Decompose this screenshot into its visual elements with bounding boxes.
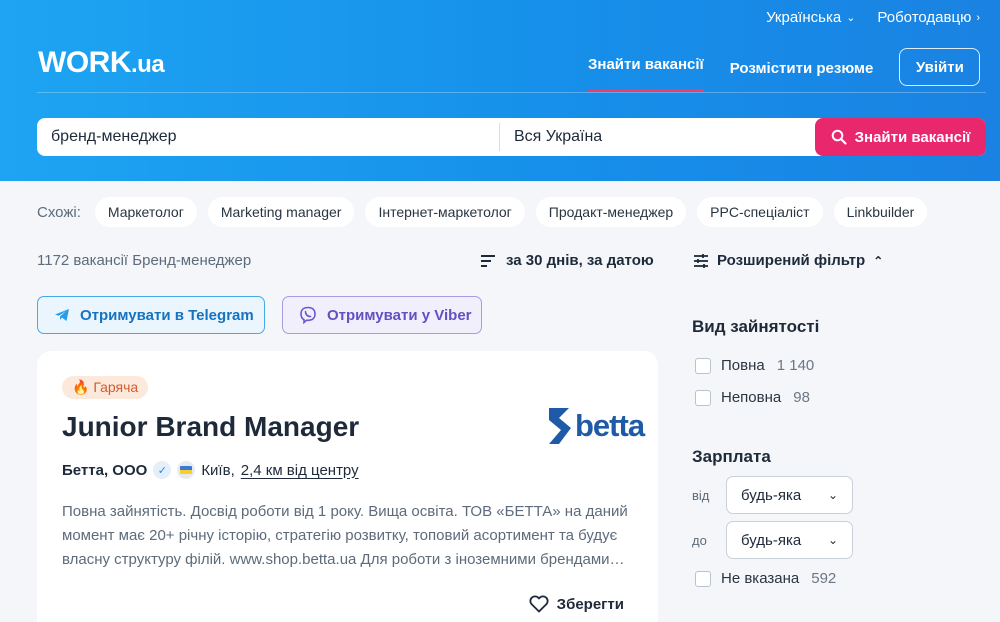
betta-logo-mark <box>549 408 571 444</box>
site-logo[interactable]: WORK.ua <box>38 46 165 80</box>
similar-chip[interactable]: Marketing manager <box>207 197 355 227</box>
chevron-down-icon: ⌄ <box>827 488 838 502</box>
salary-to-value: будь-яка <box>741 531 802 549</box>
option-count: 1 140 <box>776 357 815 374</box>
nav-post-resume[interactable]: Розмістити резюме <box>730 49 874 88</box>
job-distance[interactable]: 2,4 км від центру <box>241 462 359 479</box>
telegram-subscribe-button[interactable]: Отримувати в Telegram <box>37 296 265 334</box>
checkbox[interactable] <box>695 357 711 374</box>
company-logo[interactable]: betta <box>547 406 645 446</box>
fire-icon: 🔥 <box>72 379 90 395</box>
employer-label: Роботодавцю <box>877 9 972 26</box>
chevron-down-icon: ⌄ <box>846 12 856 24</box>
logo-suffix: .ua <box>130 51 165 78</box>
chevron-right-icon: › <box>976 11 980 24</box>
job-description: Повна зайнятість. Досвід роботи від 1 ро… <box>62 503 628 568</box>
filter-option-full[interactable]: Повна 1 140 <box>695 357 814 374</box>
hot-badge-label: Гаряча <box>93 379 139 395</box>
company-name[interactable]: Бетта, ООО <box>62 462 147 479</box>
similar-chip[interactable]: Інтернет-маркетолог <box>365 197 525 227</box>
advanced-filter-label: Розширений фільтр <box>717 252 866 269</box>
option-label: Неповна <box>721 389 782 406</box>
company-line: Бетта, ООО ✓ Київ, 2,4 км від центру <box>62 461 359 479</box>
job-card[interactable]: 🔥 Гаряча Junior Brand Manager betta Бетт… <box>37 351 658 622</box>
employer-link[interactable]: Роботодавцю › <box>877 9 980 26</box>
results-count: 1172 вакансії Бренд-менеджер <box>37 252 252 269</box>
chevron-down-icon: ⌄ <box>827 533 838 547</box>
job-title[interactable]: Junior Brand Manager <box>62 411 359 443</box>
similar-chip[interactable]: Продакт-менеджер <box>535 197 687 227</box>
search-input[interactable]: бренд-менеджер <box>37 123 500 151</box>
viber-label: Отримувати у Viber <box>327 306 472 324</box>
topbar: Українська ⌄ Роботодавцю › <box>766 9 980 26</box>
similar-label: Схожі: <box>37 203 81 221</box>
logo-main: WORK <box>38 46 131 79</box>
sort-label: за 30 днів, за датою <box>506 252 654 269</box>
sort-control[interactable]: за 30 днів, за датою <box>480 252 654 269</box>
option-count: 592 <box>811 570 837 587</box>
job-city: Київ, <box>201 461 235 479</box>
site-header: Українська ⌄ Роботодавцю › WORK.ua Знайт… <box>0 0 1000 181</box>
checkbox[interactable] <box>695 389 711 406</box>
salary-to-select[interactable]: будь-яка ⌄ <box>726 521 853 559</box>
viber-subscribe-button[interactable]: Отримувати у Viber <box>282 296 482 334</box>
chevron-up-icon: ⌃ <box>873 253 884 268</box>
hot-badge: 🔥 Гаряча <box>62 376 149 399</box>
salary-from-select[interactable]: будь-яка ⌄ <box>726 476 853 514</box>
save-label: Зберегти <box>556 595 624 613</box>
filter-sliders-icon <box>694 253 708 268</box>
filter-option-part[interactable]: Неповна 98 <box>695 389 810 406</box>
salary-from-label: від <box>692 488 710 503</box>
verified-icon: ✓ <box>153 461 172 479</box>
search-button-label: Знайти вакансії <box>854 128 971 146</box>
main-nav: Знайти вакансії Розмістити резюме Увійти <box>588 45 981 92</box>
company-logo-text: betta <box>575 408 645 443</box>
login-button[interactable]: Увійти <box>899 48 981 86</box>
viber-icon <box>300 306 316 324</box>
salary-title: Зарплата <box>692 447 771 466</box>
nav-find-jobs[interactable]: Знайти вакансії <box>588 45 704 92</box>
search-bar: бренд-менеджер Вся Україна Знайти ваканс… <box>37 118 986 156</box>
salary-from-value: будь-яка <box>741 486 802 504</box>
ukraine-flag-icon <box>177 461 196 479</box>
telegram-label: Отримувати в Telegram <box>80 306 254 324</box>
search-button[interactable]: Знайти вакансії <box>815 118 986 156</box>
header-divider <box>37 92 986 93</box>
similar-chip[interactable]: Маркетолог <box>94 197 197 227</box>
similar-chip[interactable]: PPC-спеціаліст <box>697 197 823 227</box>
save-button[interactable]: Зберегти <box>529 595 624 613</box>
similar-searches: Схожі: Маркетолог Marketing manager Інте… <box>37 197 928 227</box>
option-count: 98 <box>793 389 810 406</box>
filter-option-unspecified[interactable]: Не вказана 592 <box>695 570 836 587</box>
advanced-filter-toggle[interactable]: Розширений фільтр ⌃ <box>693 252 883 269</box>
similar-chip[interactable]: Linkbuilder <box>833 197 928 227</box>
option-label: Не вказана <box>721 570 800 587</box>
salary-to-label: до <box>692 533 707 548</box>
option-label: Повна <box>721 357 765 374</box>
sort-icon <box>481 254 495 267</box>
telegram-icon <box>55 309 69 321</box>
employment-title: Вид зайнятості <box>692 317 820 336</box>
language-selector[interactable]: Українська ⌄ <box>766 9 855 26</box>
language-label: Українська <box>766 9 842 26</box>
checkbox[interactable] <box>695 570 711 587</box>
search-icon <box>831 129 847 145</box>
heart-icon <box>529 595 549 613</box>
